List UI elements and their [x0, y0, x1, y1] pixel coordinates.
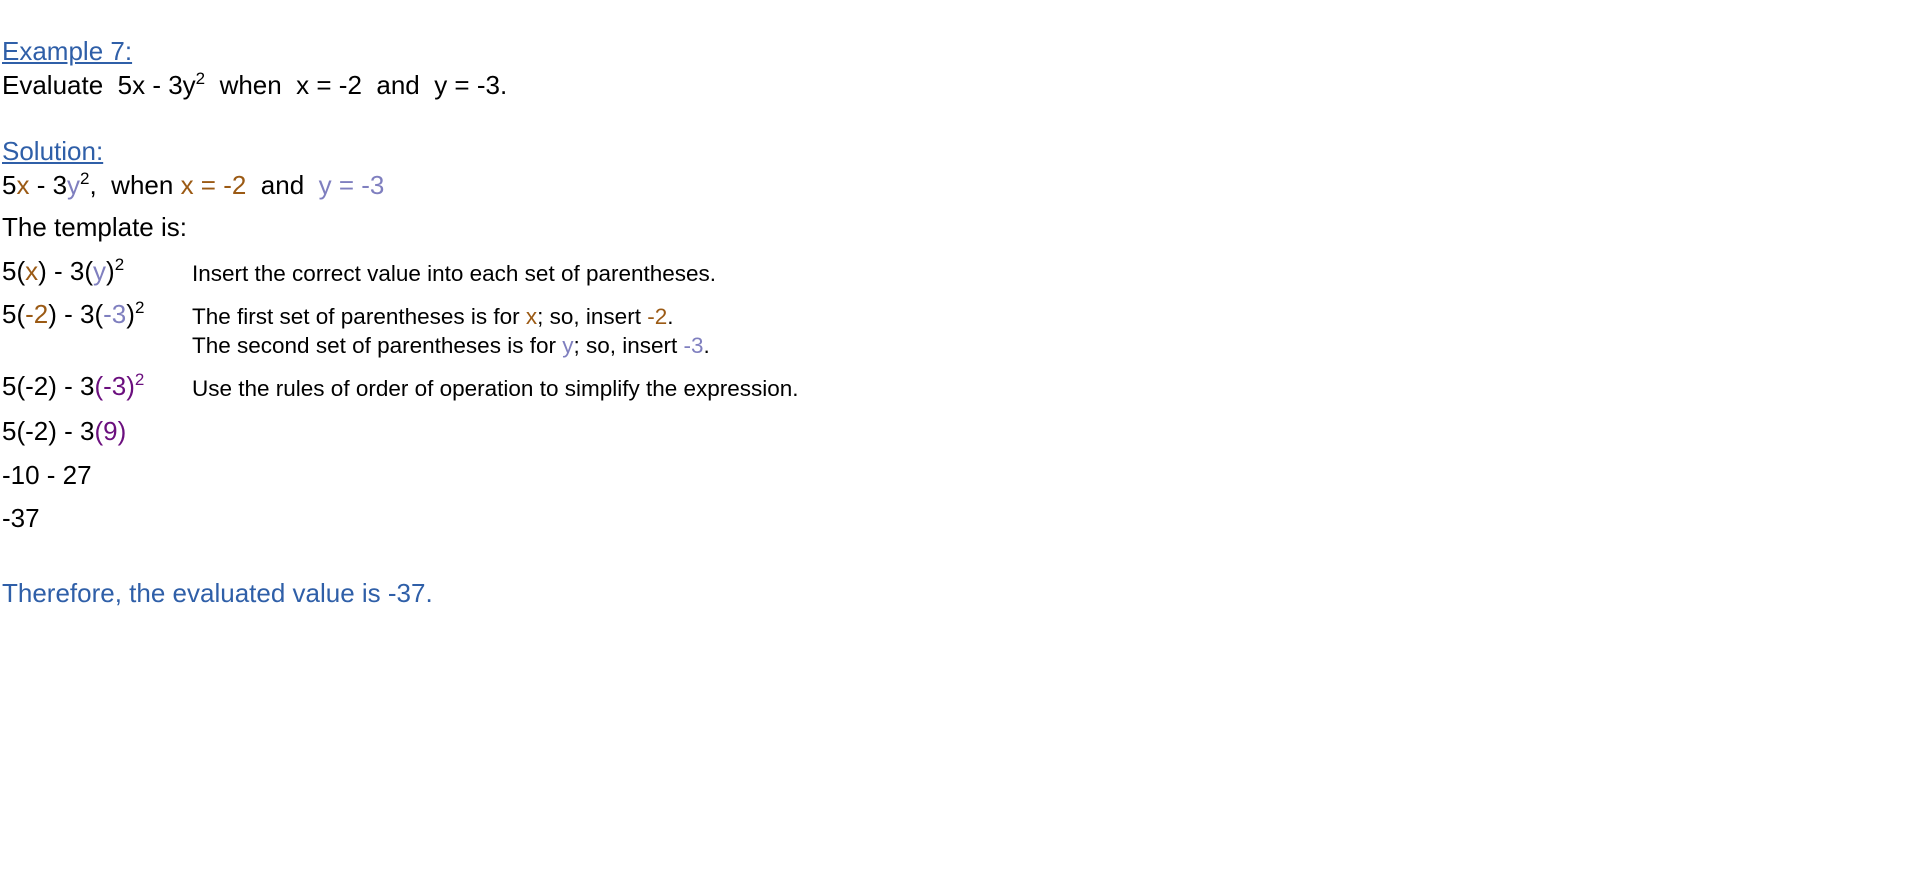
note-text: The first set of parentheses is for	[192, 304, 526, 329]
given-coef: 5	[2, 170, 17, 200]
given-x-value: x = -2	[180, 170, 247, 200]
step-4-highlight: (9)	[94, 416, 127, 446]
step-3-note: Use the rules of order of operation to s…	[192, 376, 799, 401]
step-3-part: 5(-2) - 3	[2, 371, 95, 401]
conclusion: Therefore, the evaluated value is -37.	[2, 578, 433, 608]
template-label: The template is:	[2, 212, 187, 242]
given-x: x	[16, 170, 30, 200]
step-2-y-value: -3	[103, 299, 127, 329]
step-2-x-value: -2	[25, 299, 49, 329]
problem-conditions: when x = -2 and y = -3.	[205, 70, 508, 100]
step-5-expression: -10 - 27	[2, 460, 92, 490]
note-text: ; so, insert	[573, 333, 684, 358]
step-2-part: ) - 3(	[48, 299, 104, 329]
given-when: , when	[89, 170, 181, 200]
step-3-expression: 5(-2) - 3(-3)2	[2, 371, 144, 401]
step-2-part: )	[126, 299, 135, 329]
step-1-exponent: 2	[114, 255, 125, 274]
given-expression: 5x - 3y2, when x = -2 and y = -3	[2, 170, 384, 200]
problem-exponent: 2	[195, 69, 206, 88]
step-1-y: y	[93, 256, 107, 286]
given-and: and	[246, 170, 319, 200]
note-y-value: -3	[683, 333, 704, 358]
solution-heading: Solution:	[2, 136, 104, 166]
note-y: y	[562, 333, 574, 358]
given-y-value: y = -3	[318, 170, 385, 200]
note-text: The second set of parentheses is for	[192, 333, 563, 358]
note-x: x	[525, 304, 538, 329]
example-heading: Example 7:	[2, 36, 133, 66]
step-1-part: 5(	[2, 256, 26, 286]
step-1-part: ) - 3(	[38, 256, 94, 286]
step-2-note-2: The second set of parentheses is for y; …	[192, 332, 710, 360]
problem-statement: Evaluate 5x - 3y2 when x = -2 and y = -3…	[2, 70, 507, 100]
step-6-result: -37	[2, 503, 40, 533]
problem-text: Evaluate 5x - 3y	[2, 70, 196, 100]
step-2-exponent: 2	[134, 298, 145, 317]
given-exponent: 2	[80, 169, 90, 188]
step-1-x: x	[25, 256, 39, 286]
step-4-part: 5(-2) - 3	[2, 416, 95, 446]
step-3-highlight: (-3)	[94, 371, 135, 401]
step-2-note-1: The first set of parentheses is for x; s…	[192, 303, 673, 331]
note-x-value: -2	[647, 304, 668, 329]
step-4-expression: 5(-2) - 3(9)	[2, 416, 126, 446]
given-minus: - 3	[29, 170, 68, 200]
given-y: y	[67, 170, 81, 200]
step-1-note: Insert the correct value into each set o…	[192, 261, 717, 286]
note-text: ; so, insert	[537, 304, 648, 329]
note-text: .	[703, 333, 710, 358]
step-2-part: 5(	[2, 299, 26, 329]
step-1-part: )	[106, 256, 115, 286]
step-3-exponent: 2	[134, 370, 145, 389]
step-2-expression: 5(-2) - 3(-3)2	[2, 299, 144, 329]
note-text: .	[667, 304, 674, 329]
step-1-expression: 5(x) - 3(y)2	[2, 256, 124, 286]
